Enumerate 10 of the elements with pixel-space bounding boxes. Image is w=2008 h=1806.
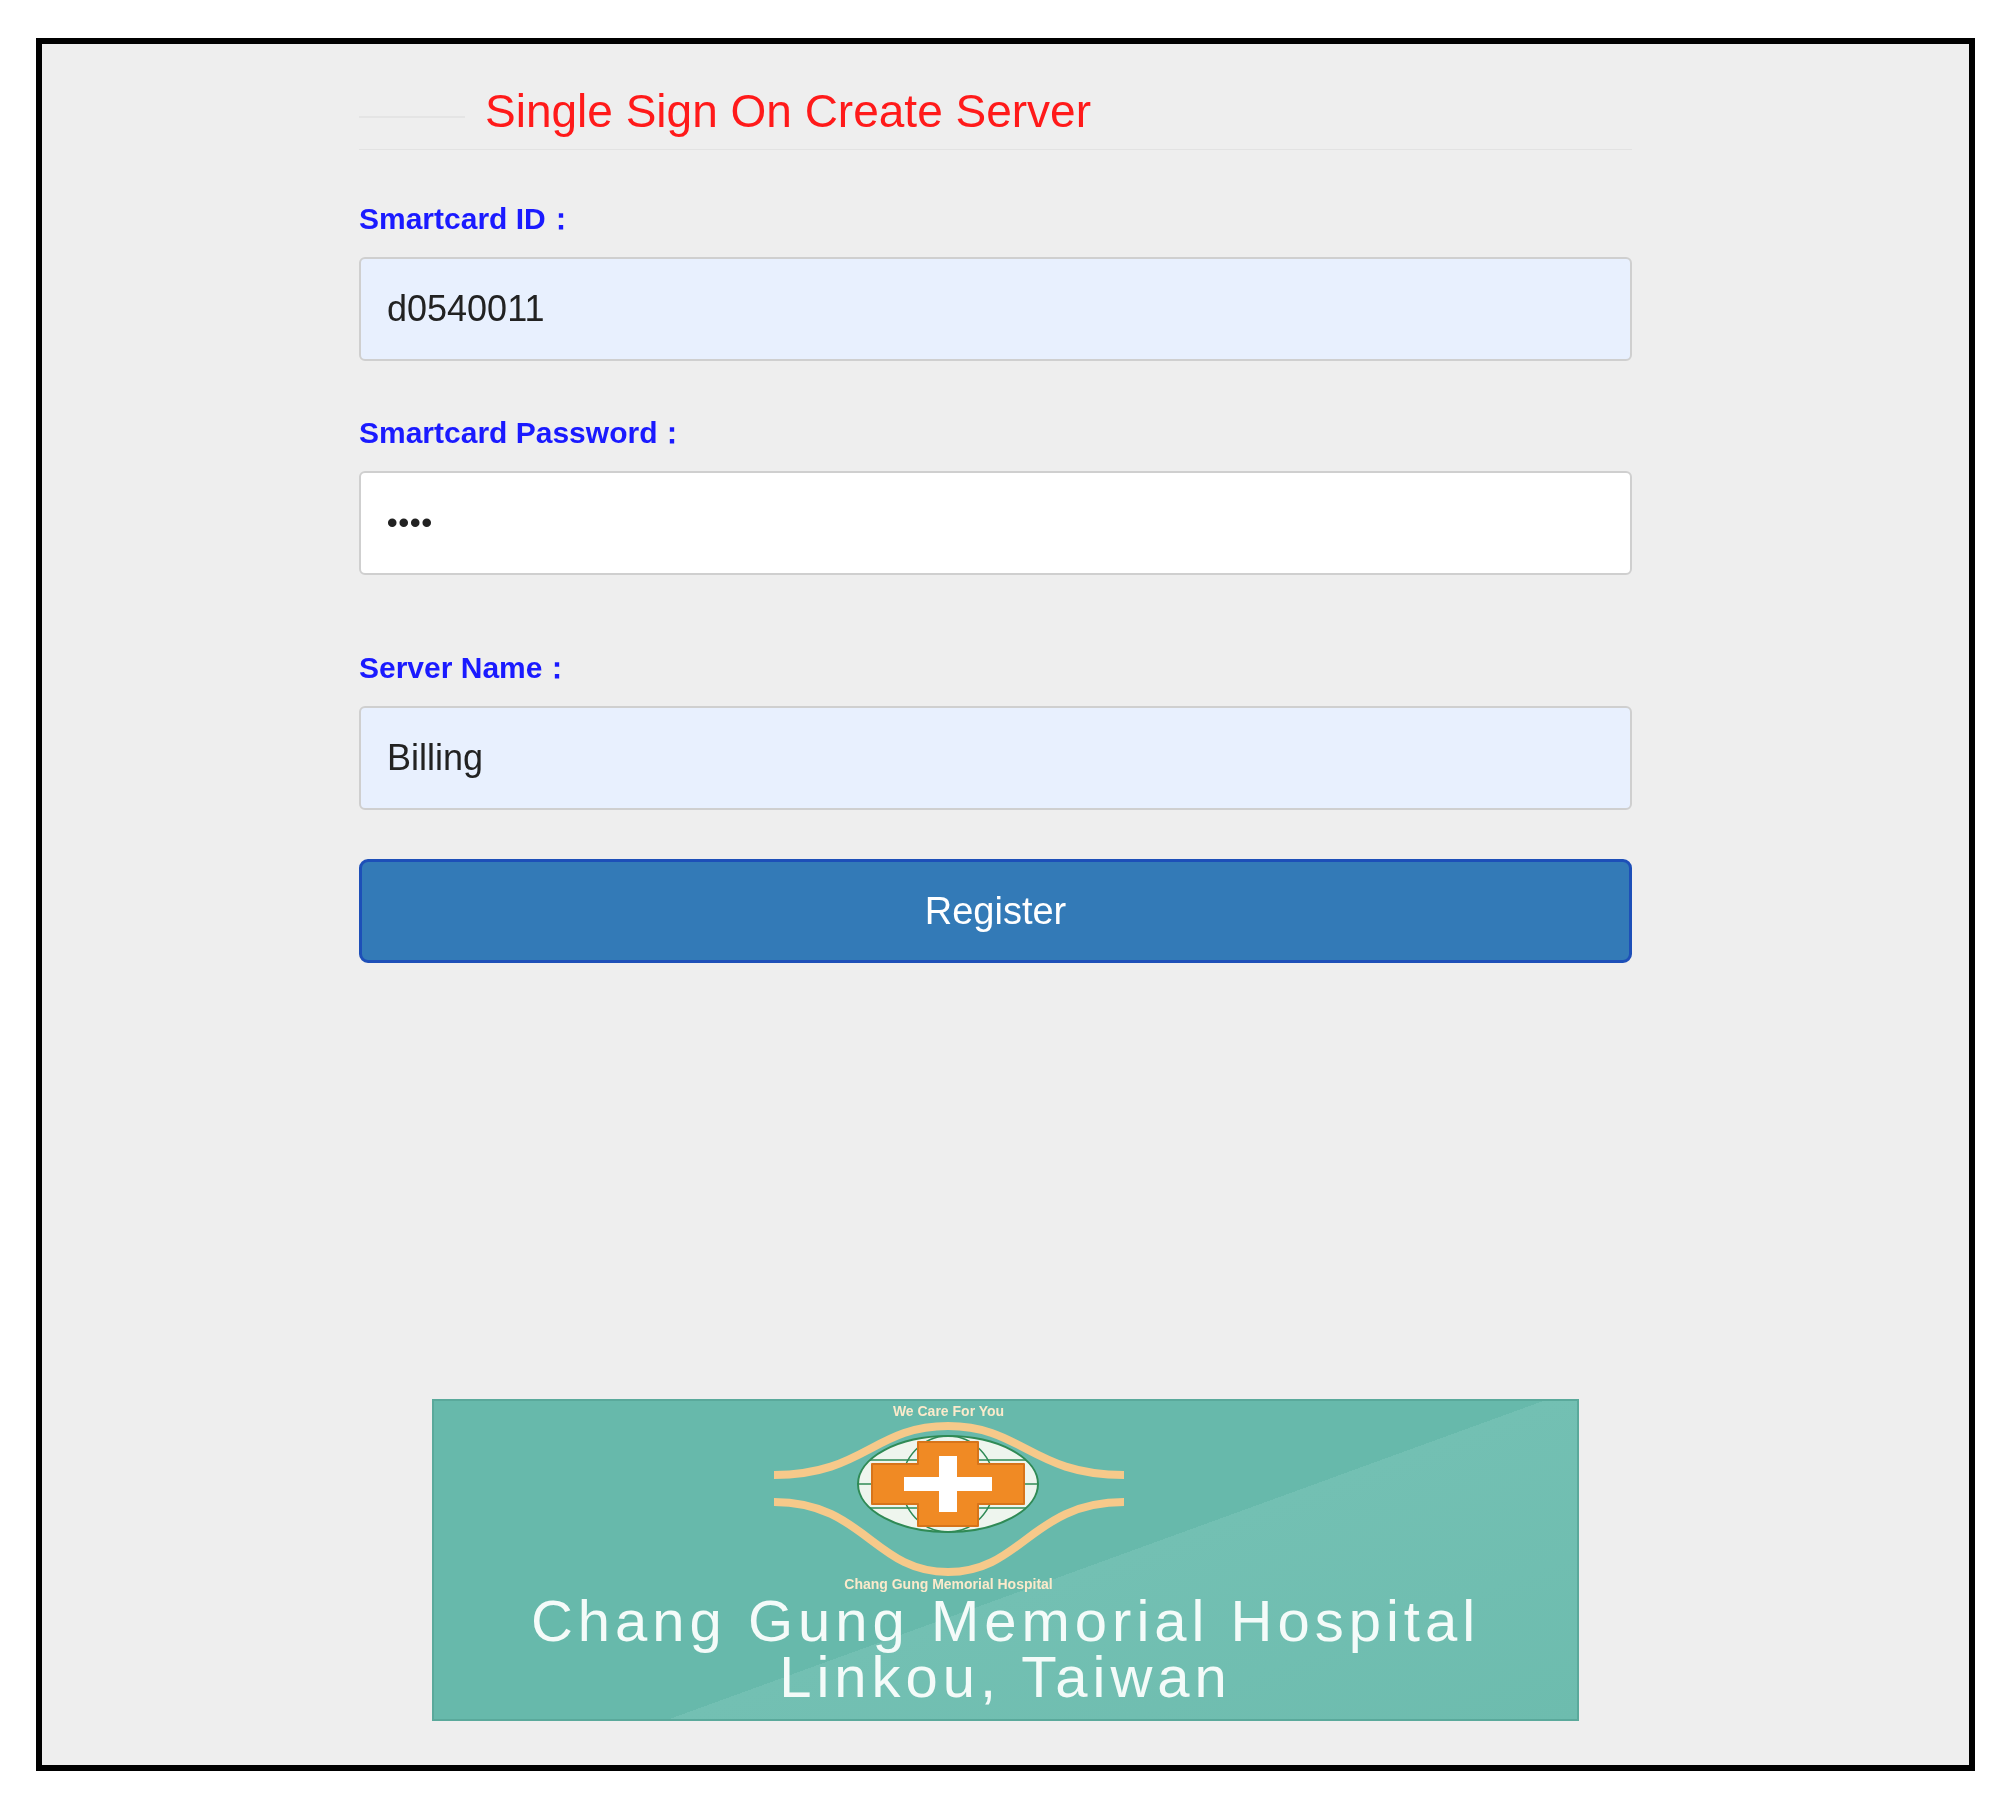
logo-text: Chang Gung Memorial Hospital xyxy=(844,1576,1053,1593)
text-field[interactable]: d0540011 xyxy=(359,257,1632,361)
password-field[interactable]: •••• xyxy=(359,471,1632,575)
field-label: Server Name： xyxy=(359,650,574,686)
field-label: Smartcard ID： xyxy=(359,201,577,237)
register-button[interactable]: Register xyxy=(359,859,1632,963)
text-field[interactable]: Billing xyxy=(359,706,1632,810)
field-label: Smartcard Password： xyxy=(359,415,689,451)
page-title: Single Sign On Create Server xyxy=(485,84,1091,139)
logo-text: We Care For You xyxy=(892,1403,1005,1420)
